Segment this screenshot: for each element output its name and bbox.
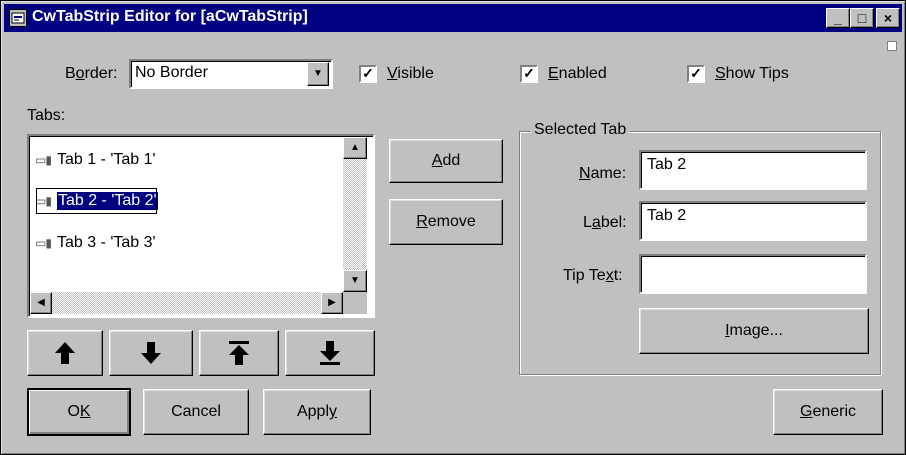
- selected-tab-group-title: Selected Tab: [531, 121, 630, 139]
- title-bar[interactable]: CwTabStrip Editor for [aCwTabStrip] _ □ …: [4, 4, 902, 32]
- maximize-button[interactable]: □: [850, 8, 874, 28]
- show-tips-label[interactable]: Show Tips: [715, 65, 789, 83]
- check-icon: ✓: [690, 65, 702, 81]
- image-button[interactable]: Image...: [639, 308, 869, 354]
- tab-icon: ▭▮: [35, 153, 52, 167]
- scrollbar-corner: [343, 292, 367, 314]
- move-down-button[interactable]: [109, 330, 193, 376]
- horizontal-scrollbar[interactable]: ◀ ▶: [30, 292, 343, 314]
- arrow-to-bottom-icon: [320, 341, 340, 365]
- list-item-label: Tab 3 - 'Tab 3': [56, 234, 156, 251]
- arrow-down-icon: [141, 342, 161, 364]
- apply-button[interactable]: Apply: [263, 389, 371, 435]
- dropdown-arrow-button[interactable]: ▼: [307, 62, 329, 86]
- list-item[interactable]: ▭▮ Tab 3 - 'Tab 3': [35, 229, 156, 257]
- move-to-bottom-button[interactable]: [285, 330, 375, 376]
- arrow-to-top-icon: [229, 341, 249, 365]
- tab-icon: ▭▮: [35, 194, 52, 208]
- scroll-right-button[interactable]: ▶: [321, 292, 343, 314]
- list-item-label: Tab 1 - 'Tab 1': [56, 151, 156, 168]
- show-tips-checkbox[interactable]: ✓: [687, 65, 705, 83]
- resize-grip-icon[interactable]: [887, 41, 897, 51]
- border-label: Border:: [65, 65, 118, 82]
- vertical-scrollbar[interactable]: ▲ ▼: [343, 137, 367, 292]
- list-item-label: Tab 2 - 'Tab 2': [56, 192, 158, 210]
- generic-button[interactable]: Generic: [773, 389, 883, 435]
- arrow-down-icon: ▼: [350, 275, 360, 286]
- arrow-up-icon: ▲: [350, 142, 360, 153]
- remove-button[interactable]: Remove: [389, 199, 503, 245]
- list-item-selected[interactable]: ▭▮ Tab 2 - 'Tab 2': [35, 187, 158, 215]
- check-icon: ✓: [362, 65, 374, 81]
- move-to-top-button[interactable]: [199, 330, 279, 376]
- visible-label[interactable]: Visible: [387, 65, 434, 83]
- label-label: Label:: [583, 214, 627, 231]
- tip-text-field[interactable]: [639, 254, 867, 294]
- window-title: CwTabStrip Editor for [aCwTabStrip]: [32, 8, 308, 25]
- maximize-icon: □: [857, 10, 867, 26]
- tabs-label: Tabs:: [27, 107, 66, 124]
- label-field[interactable]: Tab 2: [639, 201, 867, 241]
- cancel-button[interactable]: Cancel: [143, 389, 249, 435]
- app-icon: [9, 9, 27, 27]
- enabled-label[interactable]: Enabled: [548, 65, 607, 83]
- enabled-checkbox[interactable]: ✓: [520, 65, 538, 83]
- check-icon: ✓: [523, 65, 535, 81]
- chevron-down-icon: ▼: [313, 68, 323, 79]
- arrow-left-icon: ◀: [37, 297, 45, 308]
- visible-checkbox[interactable]: ✓: [359, 65, 377, 83]
- editor-window: CwTabStrip Editor for [aCwTabStrip] _ □ …: [0, 0, 906, 455]
- list-item[interactable]: ▭▮ Tab 1 - 'Tab 1': [35, 146, 156, 174]
- tabs-listbox[interactable]: ▭▮ Tab 1 - 'Tab 1' ▭▮ Tab 2 - 'Tab 2' ▭▮…: [27, 134, 375, 318]
- scroll-left-button[interactable]: ◀: [30, 292, 52, 314]
- border-select-value: No Border: [135, 64, 208, 81]
- ok-button[interactable]: OK: [27, 388, 131, 436]
- close-icon: ×: [883, 10, 893, 26]
- add-button[interactable]: Add: [389, 139, 503, 183]
- minimize-icon: _: [834, 10, 842, 26]
- tip-text-label: Tip Text:: [563, 267, 623, 284]
- move-up-button[interactable]: [27, 330, 103, 376]
- arrow-up-icon: [55, 342, 75, 364]
- minimize-button[interactable]: _: [826, 8, 850, 28]
- scroll-down-button[interactable]: ▼: [343, 270, 367, 292]
- name-field[interactable]: Tab 2: [639, 150, 867, 190]
- border-select[interactable]: No Border ▼: [129, 59, 333, 89]
- scroll-up-button[interactable]: ▲: [343, 137, 367, 159]
- tab-icon: ▭▮: [35, 236, 52, 250]
- close-button[interactable]: ×: [876, 8, 900, 28]
- name-label: Name:: [579, 165, 627, 182]
- arrow-right-icon: ▶: [328, 297, 336, 308]
